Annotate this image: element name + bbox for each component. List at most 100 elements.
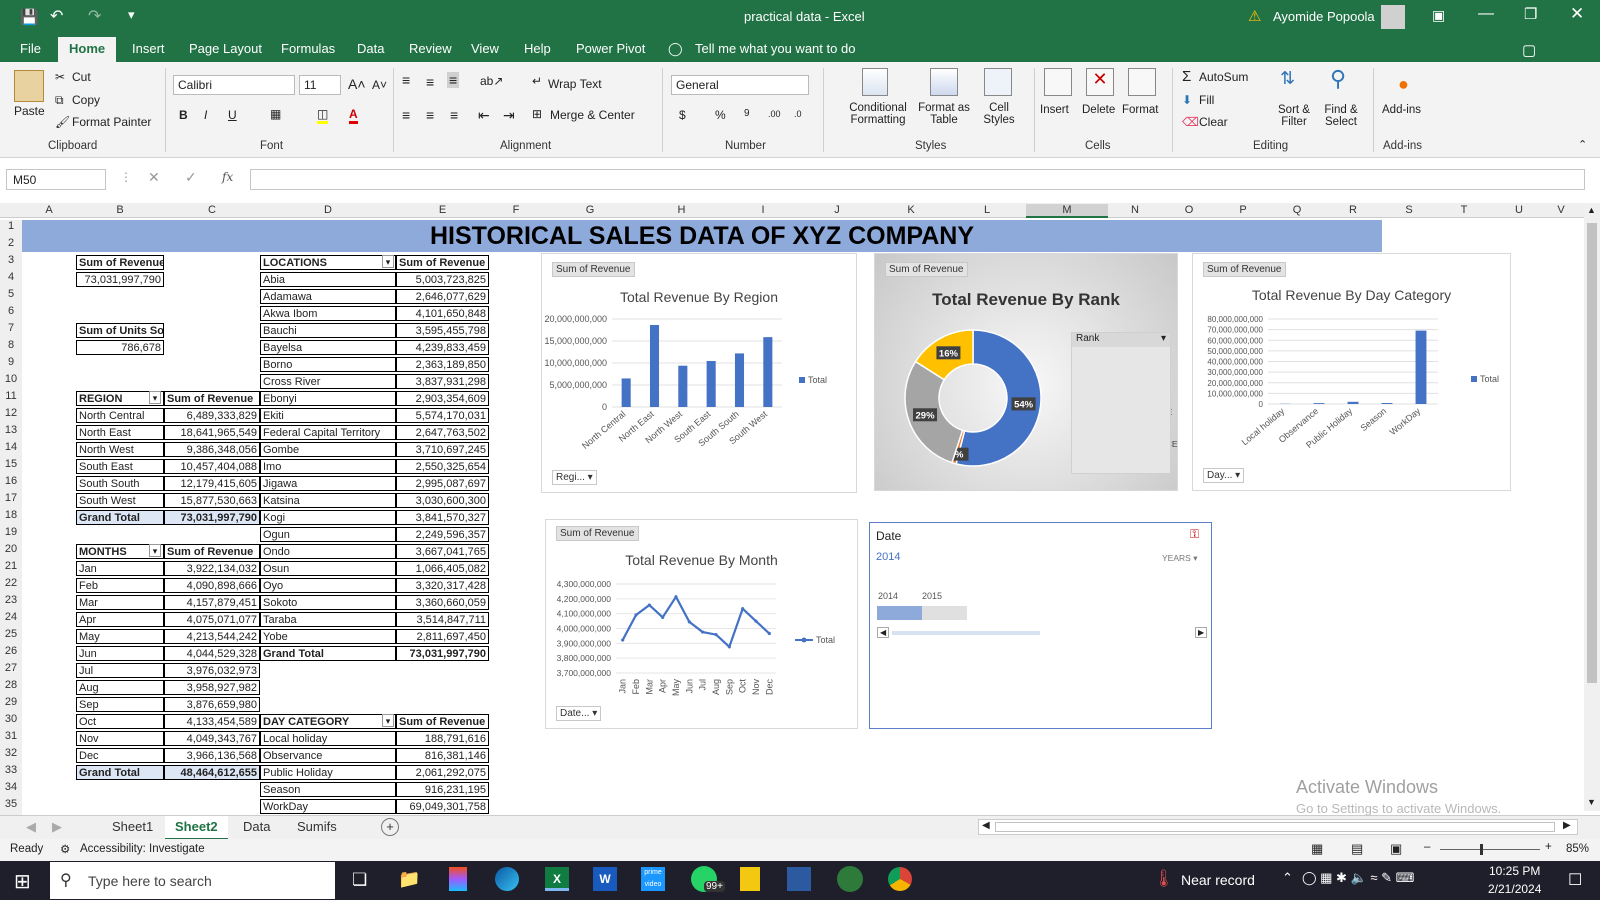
table-cell[interactable]: Akwa Ibom — [260, 306, 396, 321]
row-header[interactable]: 23 — [0, 594, 22, 611]
row-header[interactable]: 8 — [0, 339, 22, 356]
table-cell[interactable]: 4,101,650,848 — [396, 306, 489, 321]
format-painter-button[interactable]: Format Painter — [72, 115, 151, 129]
row-header[interactable]: 6 — [0, 305, 22, 322]
comments-icon[interactable]: ▢ — [1522, 41, 1536, 59]
conditional-formatting-button[interactable]: Conditional Formatting — [842, 102, 914, 126]
table-cell[interactable]: South South — [76, 476, 164, 491]
timeline-scrollbar[interactable] — [892, 631, 1040, 635]
table-cell[interactable]: 2,646,077,629 — [396, 289, 489, 304]
font-color-icon[interactable]: A — [349, 107, 358, 124]
notifications-icon[interactable]: ☐ — [1568, 870, 1582, 890]
table-cell[interactable]: 2,811,697,450 — [396, 629, 489, 644]
fill-icon[interactable]: ⬇ — [1182, 93, 1192, 107]
row-header[interactable]: 32 — [0, 747, 22, 764]
user-name[interactable]: Ayomide Popoola — [1273, 9, 1375, 24]
align-top-icon[interactable]: ≡ — [402, 72, 410, 88]
table-cell[interactable]: 3,922,134,032 — [164, 561, 260, 576]
minimize-icon[interactable]: — — [1478, 5, 1494, 23]
cancel-entry-icon[interactable]: ✕ — [148, 169, 160, 186]
decrease-decimal-icon[interactable]: .0 — [794, 109, 802, 119]
table-cell[interactable]: Jun — [76, 646, 164, 661]
column-header-n[interactable]: N — [1108, 204, 1162, 216]
format-cells-button[interactable]: Format — [1122, 104, 1158, 116]
chart-rank[interactable]: Sum of Revenue Total Revenue By Rank 54%… — [874, 253, 1178, 491]
insert-function-icon[interactable]: fx — [222, 170, 233, 184]
column-header-p[interactable]: P — [1216, 204, 1270, 216]
table-cell[interactable]: Borno — [260, 357, 396, 372]
sheet-tab-sheet1[interactable]: Sheet1 — [112, 819, 153, 834]
table-cell[interactable]: 2,061,292,075 — [396, 765, 489, 780]
clock-time[interactable]: 10:25 PM — [1489, 864, 1540, 878]
table-cell[interactable]: 2,995,087,697 — [396, 476, 489, 491]
sort-filter-icon[interactable]: ⇅ — [1280, 68, 1295, 89]
row-header[interactable]: 9 — [0, 356, 22, 373]
table-cell[interactable]: May — [76, 629, 164, 644]
table-cell[interactable]: 4,044,529,328 — [164, 646, 260, 661]
table-cell[interactable]: 3,030,600,300 — [396, 493, 489, 508]
add-sheet-icon[interactable]: + — [381, 818, 399, 836]
row-header[interactable]: 13 — [0, 424, 22, 441]
table-cell[interactable]: 10,457,404,088 — [164, 459, 260, 474]
table-cell[interactable]: 5,003,723,825 — [396, 272, 489, 287]
table-cell[interactable]: Taraba — [260, 612, 396, 627]
align-middle-icon[interactable]: ≡ — [426, 74, 434, 90]
timeline-year-2014[interactable]: 2014 — [878, 591, 898, 601]
column-header-r[interactable]: R — [1324, 204, 1382, 216]
customize-qat-icon[interactable]: ▾ — [128, 7, 135, 23]
table-cell[interactable]: 3,514,847,711 — [396, 612, 489, 627]
accessibility-icon[interactable]: ⚙ — [60, 842, 70, 856]
row-header[interactable]: 30 — [0, 713, 22, 730]
table-cell[interactable]: Gombe — [260, 442, 396, 457]
wrap-text-button[interactable]: Wrap Text — [548, 77, 602, 91]
table-cell[interactable]: Katsina — [260, 493, 396, 508]
power-bi-icon[interactable] — [740, 867, 760, 891]
cut-icon[interactable]: ✂ — [55, 70, 65, 84]
tab-home[interactable]: Home — [58, 37, 117, 62]
timeline-level-select[interactable]: YEARS ▾ — [1162, 553, 1197, 564]
table-cell[interactable]: 5,574,170,031 — [396, 408, 489, 423]
system-tray-icons[interactable]: ◯ ▦ ✱ 🔈 ≈ ✎ ⌨ — [1302, 870, 1414, 886]
tab-file[interactable]: File — [20, 41, 41, 56]
merge-center-button[interactable]: Merge & Center — [550, 108, 635, 122]
table-cell[interactable]: Abia — [260, 272, 396, 287]
find-select-button[interactable]: Find & Select — [1316, 104, 1366, 128]
row-header[interactable]: 28 — [0, 679, 22, 696]
table-cell[interactable]: WorkDay — [260, 799, 396, 814]
column-header-i[interactable]: I — [726, 204, 800, 216]
table-cell[interactable]: 3,976,032,973 — [164, 663, 260, 678]
column-header-t[interactable]: T — [1436, 204, 1492, 216]
table-cell[interactable]: 3,595,455,798 — [396, 323, 489, 338]
pivot-filter-dropdown-icon[interactable]: ▾ — [382, 255, 394, 268]
save-icon[interactable]: 💾 — [20, 8, 39, 26]
column-header-g[interactable]: G — [543, 204, 637, 216]
column-header-d[interactable]: D — [260, 204, 396, 216]
scroll-left-icon[interactable]: ◀ — [982, 820, 990, 831]
table-cell[interactable]: North Central — [76, 408, 164, 423]
horizontal-scrollbar[interactable]: ◀ ▶ — [978, 819, 1578, 835]
chart-region[interactable]: Sum of Revenue Total Revenue By Region 2… — [541, 253, 857, 493]
column-header-o[interactable]: O — [1162, 204, 1216, 216]
day-filter-button[interactable]: Day... ▾ — [1203, 468, 1245, 483]
table-cell[interactable]: Kogi — [260, 510, 396, 525]
column-header-j[interactable]: J — [800, 204, 874, 216]
row-header[interactable]: 1 — [0, 220, 22, 237]
column-header-m[interactable]: M — [1026, 204, 1108, 218]
tab-help[interactable]: Help — [524, 41, 551, 56]
paste-button[interactable]: Paste — [14, 104, 45, 118]
table-cell[interactable]: Public Holiday — [260, 765, 396, 780]
app-seal-icon[interactable] — [837, 866, 863, 892]
table-cell[interactable]: 3,966,136,568 — [164, 748, 260, 763]
table-cell[interactable]: 4,157,879,451 — [164, 595, 260, 610]
column-header-k[interactable]: K — [874, 204, 948, 216]
tab-view[interactable]: View — [471, 41, 499, 56]
copy-button[interactable]: Copy — [72, 93, 100, 107]
table-cell[interactable]: 1,066,405,082 — [396, 561, 489, 576]
table-cell[interactable]: Nov — [76, 731, 164, 746]
word-icon[interactable]: W — [593, 867, 617, 891]
column-header-u[interactable]: U — [1492, 204, 1546, 216]
row-header[interactable]: 14 — [0, 441, 22, 458]
column-header-v[interactable]: V — [1546, 204, 1576, 216]
maximize-icon[interactable]: ❐ — [1524, 5, 1537, 23]
redo-icon[interactable]: ↷ — [88, 6, 101, 26]
